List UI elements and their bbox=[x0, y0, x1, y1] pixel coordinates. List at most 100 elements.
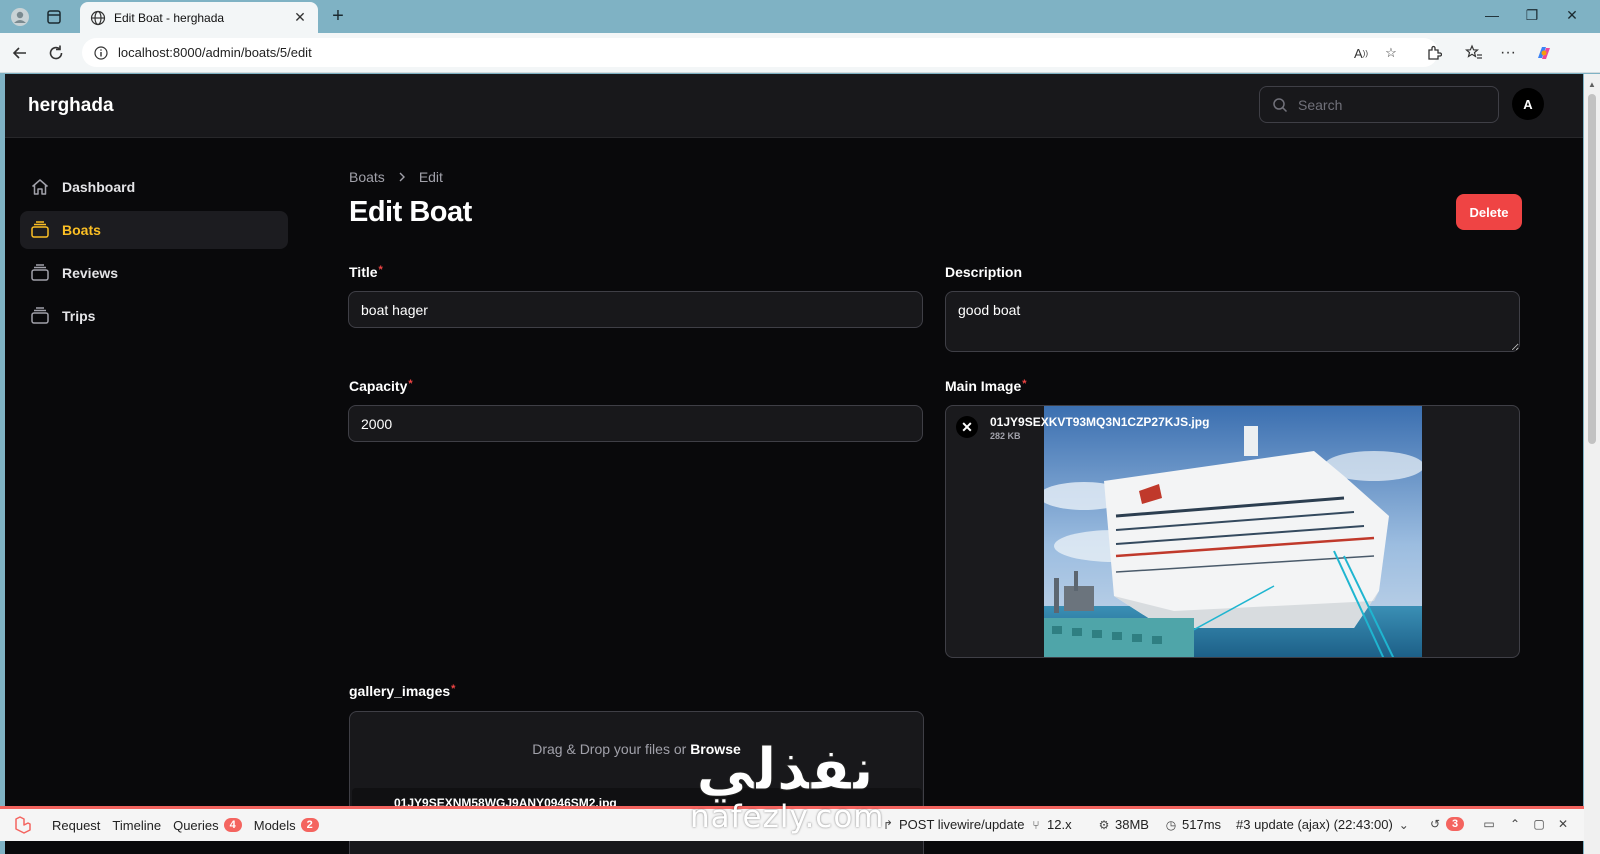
scroll-thumb[interactable] bbox=[1588, 94, 1596, 444]
tab-actions-icon[interactable] bbox=[42, 5, 66, 29]
clock-icon: ◷ bbox=[1165, 817, 1177, 832]
browser-tab-bar: Edit Boat - herghada ✕ + — ❐ ✕ bbox=[0, 0, 1600, 33]
new-tab-icon[interactable]: + bbox=[326, 5, 350, 27]
globe-icon bbox=[90, 10, 106, 25]
restore-debugbar-icon[interactable]: ▢ bbox=[1532, 817, 1546, 831]
debug-tab-models[interactable]: Models 2 bbox=[248, 809, 325, 841]
description-textarea[interactable]: good boat bbox=[945, 291, 1520, 352]
cogs-icon: ⚙ bbox=[1098, 817, 1110, 832]
gallery-label: gallery_images* bbox=[349, 683, 455, 699]
close-debugbar-icon[interactable]: ✕ bbox=[1556, 817, 1570, 831]
models-label: Models bbox=[253, 817, 296, 833]
back-icon[interactable] bbox=[8, 41, 32, 65]
debug-version[interactable]: ⑂ 12.x bbox=[1029, 817, 1072, 832]
sidebar: Dashboard Boats Reviews Trips bbox=[20, 168, 288, 340]
restore-icon[interactable]: ❐ bbox=[1522, 7, 1542, 24]
main-image-file-name: 01JY9SEXKVT93MQ3N1CZP27KJS.jpg bbox=[990, 415, 1210, 429]
debug-tab-queries[interactable]: Queries 4 bbox=[167, 809, 248, 841]
copilot-icon[interactable] bbox=[1532, 41, 1556, 65]
breadcrumb-boats-link[interactable]: Boats bbox=[349, 169, 385, 185]
main-image-label: Main Image* bbox=[945, 378, 1027, 394]
queries-label: Queries bbox=[173, 817, 219, 833]
dropzone-instruction: Drag & Drop your files or bbox=[532, 741, 691, 757]
breadcrumb: Boats Edit bbox=[349, 169, 443, 185]
capacity-label: Capacity* bbox=[349, 378, 413, 394]
sidebar-item-label: Trips bbox=[62, 308, 96, 324]
remove-file-icon[interactable]: ✕ bbox=[956, 416, 978, 438]
watermark-domain: nafezly.com bbox=[690, 799, 885, 835]
debug-tab-request[interactable]: Request bbox=[46, 809, 106, 841]
read-aloud-icon[interactable]: A)) bbox=[1350, 42, 1372, 64]
user-avatar[interactable]: A bbox=[1512, 88, 1544, 120]
gallery-label-text: gallery_images bbox=[349, 683, 451, 699]
laravel-logo-icon[interactable] bbox=[0, 809, 46, 841]
favorites-icon[interactable] bbox=[1462, 41, 1486, 65]
more-menu-icon[interactable]: ··· bbox=[1496, 41, 1520, 65]
address-bar[interactable]: localhost:8000/admin/boats/5/edit A)) ☆ bbox=[82, 38, 1438, 67]
rectangle-stack-icon bbox=[30, 263, 50, 283]
memory-text: 38MB bbox=[1115, 817, 1149, 832]
sidebar-item-label: Dashboard bbox=[62, 179, 136, 195]
debug-route[interactable]: ↱ POST livewire/update bbox=[881, 817, 1025, 832]
nafezly-watermark: نفذلي nafezly.com bbox=[690, 727, 884, 837]
minimize-icon[interactable]: — bbox=[1482, 7, 1502, 23]
required-mark: * bbox=[378, 264, 383, 276]
delete-button[interactable]: Delete bbox=[1456, 194, 1522, 230]
browser-tab[interactable]: Edit Boat - herghada ✕ bbox=[80, 2, 318, 33]
chevron-down-icon: ⌄ bbox=[1398, 817, 1409, 832]
rectangle-stack-icon bbox=[30, 306, 50, 326]
profile-icon[interactable] bbox=[8, 5, 32, 29]
chevron-up-icon[interactable]: ⌃ bbox=[1508, 817, 1522, 831]
required-mark: * bbox=[451, 683, 456, 695]
page-scrollbar[interactable]: ▲ bbox=[1584, 74, 1600, 854]
debug-time[interactable]: ◷ 517ms bbox=[1164, 817, 1221, 832]
window-close-icon[interactable]: ✕ bbox=[1562, 7, 1582, 24]
brand-logo[interactable]: herghada bbox=[28, 95, 114, 117]
capacity-input[interactable] bbox=[348, 405, 923, 442]
debug-tab-timeline[interactable]: Timeline bbox=[106, 809, 167, 841]
main-image-file-size: 282 KB bbox=[990, 431, 1021, 441]
models-count-badge: 2 bbox=[300, 818, 319, 832]
sidebar-item-dashboard[interactable]: Dashboard bbox=[20, 168, 288, 206]
sidebar-item-label: Reviews bbox=[62, 265, 119, 281]
search-input[interactable] bbox=[1298, 96, 1478, 113]
update-info-text: #3 update (ajax) (22:43:00) bbox=[1236, 817, 1393, 832]
sidebar-item-reviews[interactable]: Reviews bbox=[20, 254, 288, 292]
search-icon bbox=[1273, 97, 1288, 112]
title-input[interactable] bbox=[348, 291, 923, 328]
history-count-badge: 3 bbox=[1446, 817, 1465, 831]
info-icon[interactable] bbox=[94, 45, 108, 60]
chevron-right-icon bbox=[397, 169, 407, 185]
sidebar-item-label: Boats bbox=[62, 222, 101, 238]
cruise-ship-photo bbox=[1044, 406, 1422, 657]
main-image-upload[interactable]: ✕ 01JY9SEXKVT93MQ3N1CZP27KJS.jpg 282 KB bbox=[945, 405, 1520, 658]
favorite-star-icon[interactable]: ☆ bbox=[1380, 42, 1402, 64]
scroll-up-icon[interactable]: ▲ bbox=[1584, 80, 1600, 90]
extensions-icon[interactable] bbox=[1422, 41, 1446, 65]
refresh-icon[interactable] bbox=[44, 41, 68, 65]
svg-text:نفذلي: نفذلي bbox=[696, 735, 873, 803]
tab-close-icon[interactable]: ✕ bbox=[292, 9, 308, 26]
breadcrumb-current: Edit bbox=[418, 169, 443, 185]
required-mark: * bbox=[1022, 378, 1027, 390]
sidebar-item-boats[interactable]: Boats bbox=[20, 211, 288, 249]
home-icon bbox=[30, 177, 50, 197]
debug-history[interactable]: ↺ 3 bbox=[1428, 817, 1465, 831]
description-label: Description bbox=[945, 264, 1023, 280]
git-branch-icon: ⑂ bbox=[1032, 817, 1040, 832]
required-mark: * bbox=[408, 378, 413, 390]
tab-title: Edit Boat - herghada bbox=[114, 10, 225, 25]
queries-count-badge: 4 bbox=[223, 818, 242, 832]
history-icon: ↺ bbox=[1429, 817, 1441, 831]
debug-memory[interactable]: ⚙ 38MB bbox=[1097, 817, 1149, 832]
browser-toolbar: localhost:8000/admin/boats/5/edit A)) ☆ … bbox=[0, 33, 1600, 73]
main-image-label-text: Main Image bbox=[945, 378, 1022, 394]
version-text: 12.x bbox=[1047, 817, 1072, 832]
debug-request-select[interactable]: #3 update (ajax) (22:43:00) ⌄ bbox=[1236, 817, 1411, 832]
sidebar-item-trips[interactable]: Trips bbox=[20, 297, 288, 335]
global-search[interactable] bbox=[1259, 86, 1499, 123]
page-title: Edit Boat bbox=[349, 196, 472, 228]
rectangle-stack-icon bbox=[30, 220, 50, 240]
folder-open-icon[interactable]: ▭ bbox=[1482, 817, 1496, 831]
top-navbar: herghada A bbox=[5, 74, 1583, 138]
